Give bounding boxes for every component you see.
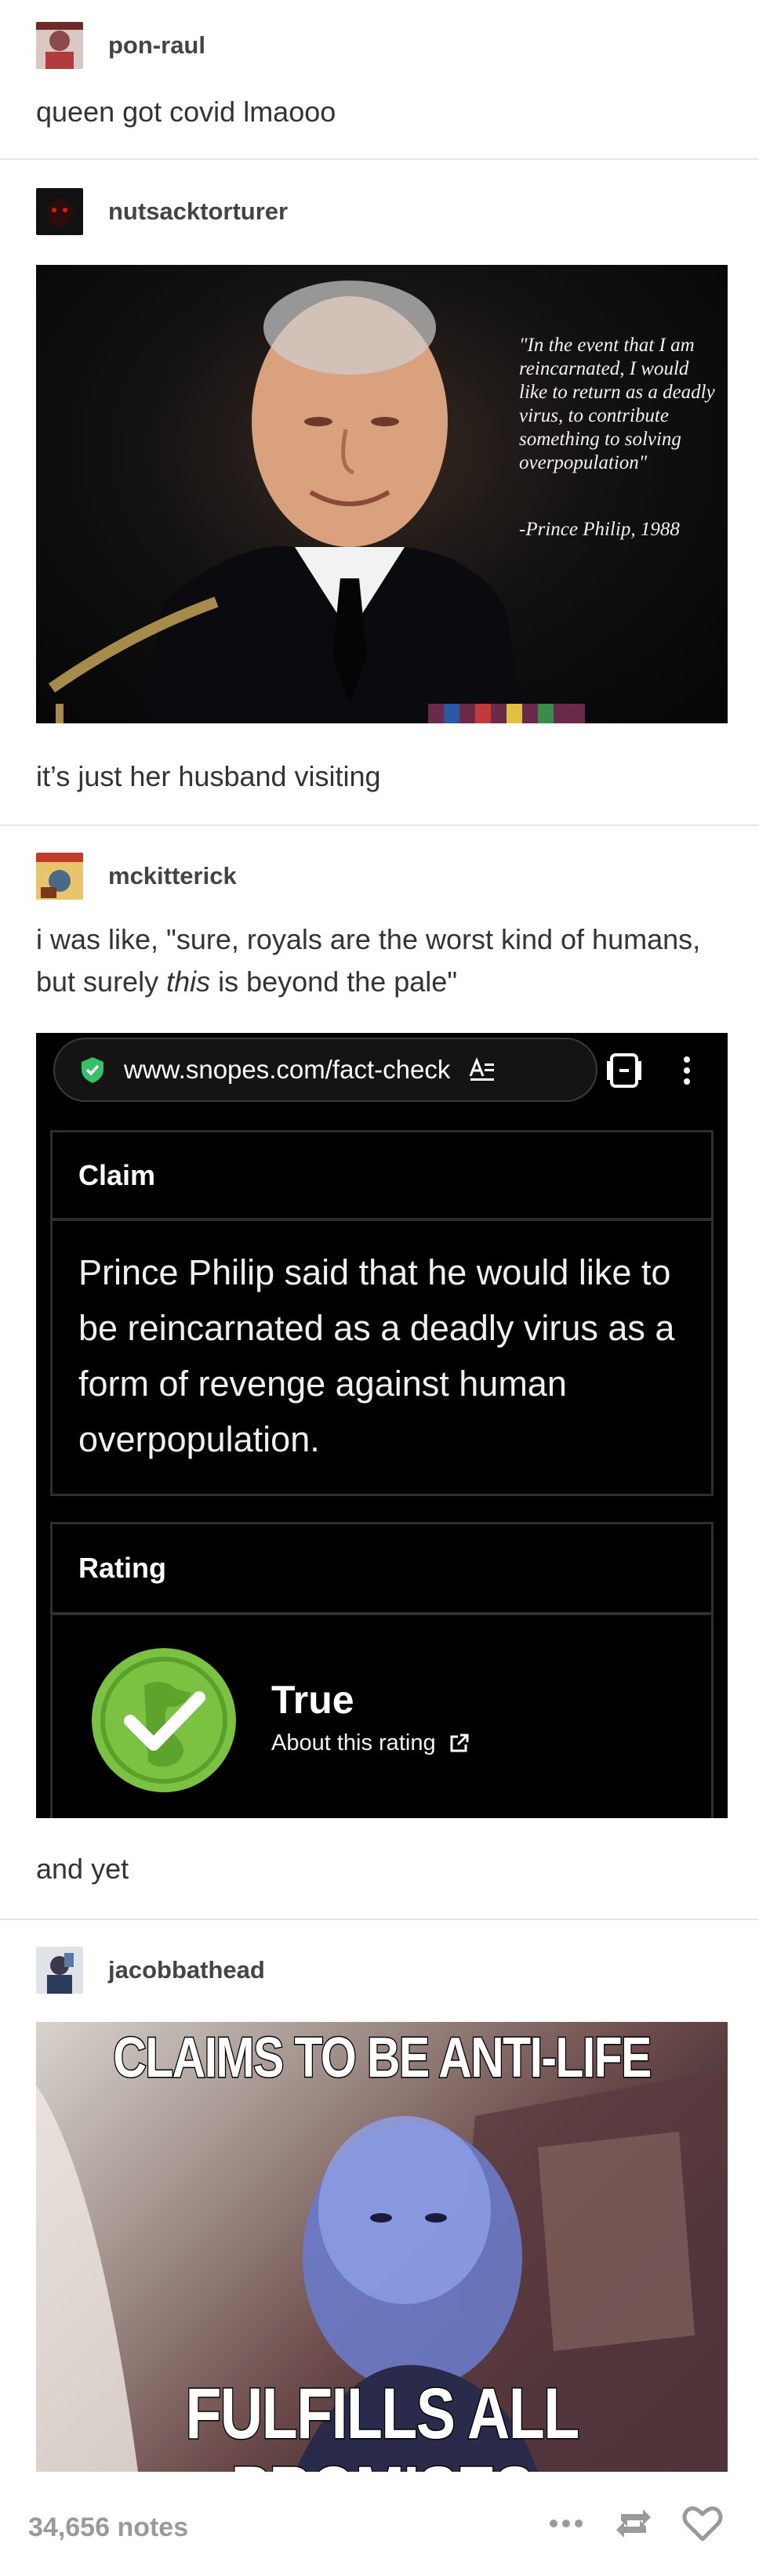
post-header: pon-raul [36,22,205,69]
divider [0,824,759,826]
image-quote: "In the event that I am reincarnated, I … [519,335,715,473]
divider [0,158,759,160]
like-button[interactable] [682,2505,723,2542]
rating-value: True [271,1678,354,1722]
reblog-button[interactable] [613,2505,654,2542]
true-rating-icon [92,1648,236,1792]
heart-icon [682,2506,723,2542]
username[interactable]: pon-raul [108,31,205,60]
post-text: i was like, "sure, royals are the worst … [36,918,726,1003]
image-attribution: -Prince Philip, 1988 [519,519,680,540]
notes-count[interactable]: 34,656 notes [28,2513,188,2543]
claim-text: Prince Philip said that he would like to… [78,1252,675,1459]
username[interactable]: mckitterick [108,862,237,890]
more-options-button[interactable] [547,2516,585,2531]
meme-bottom-text: Fulfills all promises [184,2374,580,2473]
post-text: it’s just her husband visiting [36,760,381,792]
avatar[interactable] [36,188,83,235]
post-text: and yet [36,1853,129,1885]
rating-label: Rating [78,1552,166,1584]
avatar[interactable] [36,22,83,69]
url-bar: www.snopes.com/fact-check [53,1038,597,1102]
shield-check-icon [82,1057,104,1083]
footer-actions [547,2505,723,2542]
post-text: queen got covid lmaooo [36,96,336,128]
tabs-icon [607,1053,641,1088]
meme-top-text: Claims to be anti-life [112,2026,653,2091]
avatar[interactable] [36,853,83,900]
post-header: nutsacktorturer [36,188,288,235]
snopes-screenshot: www.snopes.com/fact-check Claim Prince P… [36,1033,728,1818]
about-rating-label: About this rating [271,1730,436,1755]
about-rating-link[interactable]: About this rating [271,1730,470,1756]
username[interactable]: nutsacktorturer [108,197,288,226]
avatar[interactable] [36,1947,83,1994]
claim-header: Claim [50,1130,714,1220]
prince-philip-quote-image: "In the event that I am reincarnated, I … [36,265,728,723]
username[interactable]: jacobbathead [108,1956,265,1984]
post-header: jacobbathead [36,1947,265,1994]
post-text-part: is beyond the pale" [210,966,458,998]
more-horizontal-icon [550,2520,583,2527]
external-link-icon [450,1734,469,1752]
post-text-emphasis: this [166,966,211,998]
more-vertical-icon [684,1056,690,1085]
post-header: mckitterick [36,853,237,900]
reblog-icon [616,2509,651,2538]
divider [0,1918,759,1920]
meme-image: Claims to be anti-life Fulfills all prom… [36,2022,728,2472]
claim-label: Claim [78,1158,156,1191]
rating-header: Rating [50,1522,714,1614]
reader-mode-icon [469,1056,495,1081]
url-text: www.snopes.com/fact-check [124,1055,451,1084]
